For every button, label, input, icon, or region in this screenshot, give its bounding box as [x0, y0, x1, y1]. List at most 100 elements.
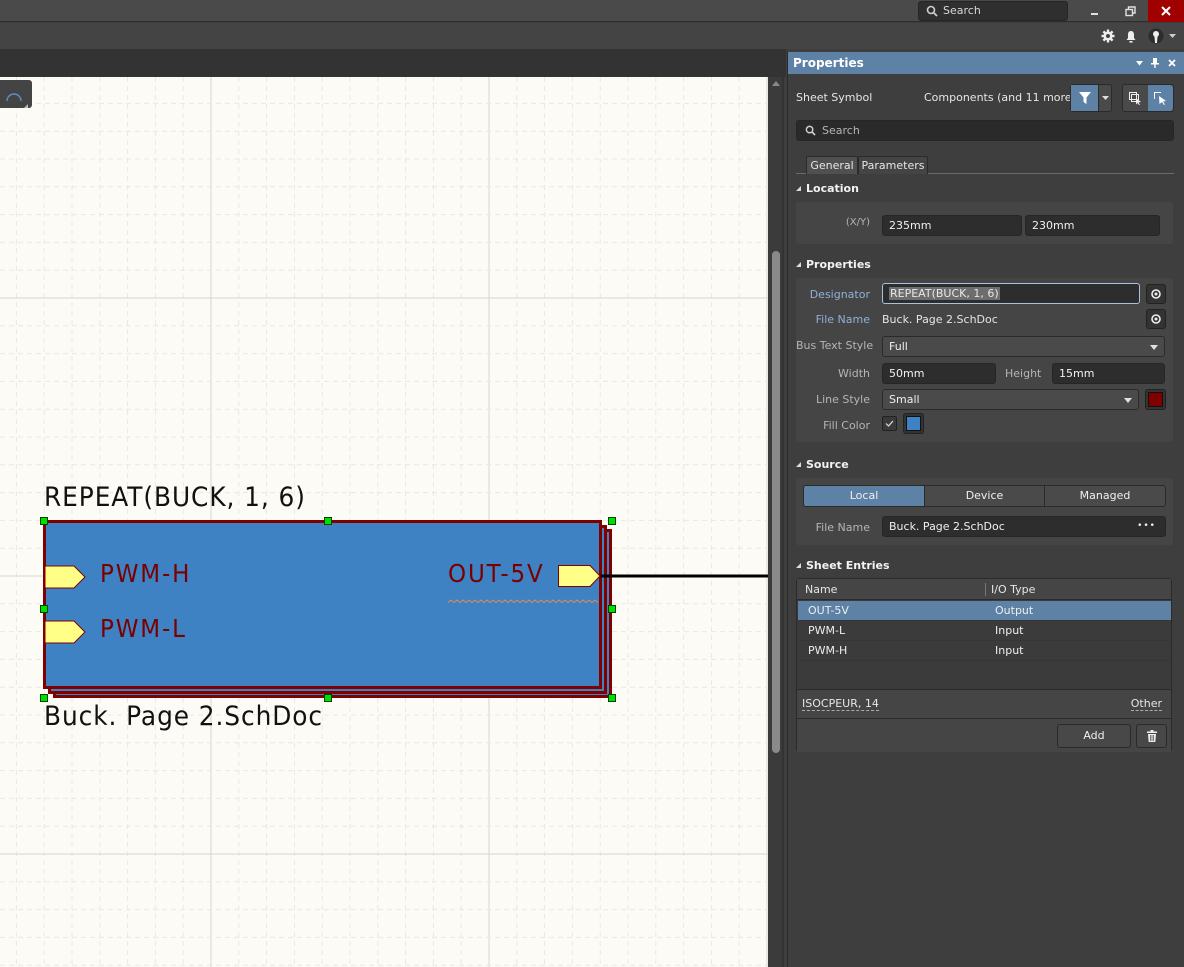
- handle-mid-right[interactable]: [608, 605, 616, 613]
- tab-general[interactable]: General: [806, 156, 858, 174]
- filter-dropdown-button[interactable]: [1098, 85, 1112, 111]
- add-entry-button[interactable]: Add: [1057, 724, 1131, 748]
- column-divider[interactable]: [985, 583, 986, 596]
- designator-input[interactable]: REPEAT(BUCK, 1, 6): [882, 283, 1140, 304]
- source-segmented-control: Local Device Managed: [803, 485, 1166, 507]
- sheet-entries-table: Name I/O Type OUT-5V Output PWM-L Input PWM-…: [796, 578, 1172, 752]
- sheet-symbol-body[interactable]: [43, 520, 602, 689]
- table-row[interactable]: PWM-L Input: [798, 621, 1171, 641]
- handle-mid-left[interactable]: [40, 605, 48, 613]
- line-style-select[interactable]: Small: [882, 389, 1139, 410]
- location-x-input[interactable]: 235mm: [882, 215, 1022, 236]
- settings-button[interactable]: [1100, 28, 1116, 44]
- user-menu-dropdown[interactable]: [1167, 28, 1177, 44]
- width-label: Width: [838, 367, 870, 380]
- scrollbar-thumb[interactable]: [772, 251, 780, 753]
- panel-pin-button[interactable]: [1148, 52, 1162, 74]
- chevron-down-icon: [1168, 33, 1176, 38]
- document-tab-strip: [0, 49, 786, 77]
- section-properties-header[interactable]: Properties: [796, 258, 871, 271]
- entry-io-type-cell: Input: [995, 624, 1024, 637]
- checkmark-icon: [885, 420, 894, 427]
- sheet-entry-pwm-l-label[interactable]: PWM-L: [100, 614, 187, 643]
- fill-color-checkbox[interactable]: [882, 416, 897, 431]
- sheet-symbol-filename[interactable]: Buck. Page 2.SchDoc: [44, 701, 323, 732]
- top-toolbar: [0, 23, 1184, 49]
- search-icon: [805, 125, 816, 136]
- schematic-canvas[interactable]: REPEAT(BUCK, 1, 6) Buck. Page 2.SchDoc P…: [0, 77, 768, 967]
- fill-color-fill: [906, 416, 921, 431]
- user-icon: [1148, 28, 1164, 44]
- designator-visibility-toggle[interactable]: [1146, 284, 1166, 304]
- restore-button[interactable]: [1112, 0, 1148, 22]
- eye-icon: [1151, 314, 1161, 324]
- panel-search-input[interactable]: Search: [796, 120, 1174, 141]
- collapse-triangle-icon: [796, 186, 801, 191]
- title-bar: Search: [0, 0, 1184, 22]
- source-option-local[interactable]: Local: [803, 485, 925, 507]
- handle-top-left[interactable]: [40, 517, 48, 525]
- scroll-up-arrow-icon[interactable]: [772, 81, 780, 86]
- other-link[interactable]: Other: [1130, 697, 1162, 711]
- chevron-down-icon: [1102, 95, 1109, 100]
- table-row[interactable]: PWM-H Input: [798, 641, 1171, 661]
- source-option-managed[interactable]: Managed: [1044, 485, 1166, 507]
- object-kind-label: Sheet Symbol: [796, 91, 873, 104]
- filter-button-group: [1070, 84, 1112, 112]
- handle-bottom-right[interactable]: [608, 694, 616, 702]
- entry-name-cell: PWM-L: [808, 624, 846, 637]
- tab-general-label: General: [810, 159, 854, 172]
- close-icon: [1168, 59, 1176, 67]
- tab-parameters[interactable]: Parameters: [858, 156, 928, 174]
- designator-value: REPEAT(BUCK, 1, 6): [889, 287, 1000, 300]
- filter-summary[interactable]: Components (and 11 more): [924, 91, 1076, 104]
- font-link[interactable]: ISOCPEUR, 14: [802, 697, 879, 711]
- handle-top-mid[interactable]: [324, 517, 332, 525]
- properties-panel: Properties Sheet Symbol Components (and …: [787, 52, 1184, 967]
- global-search-input[interactable]: Search: [918, 1, 1068, 21]
- filter-button[interactable]: [1071, 85, 1098, 111]
- fill-color-label: Fill Color: [823, 419, 870, 432]
- select-single-button[interactable]: [1148, 85, 1173, 111]
- xy-label: (X/Y): [845, 217, 870, 228]
- tab-parameters-label: Parameters: [861, 159, 925, 172]
- handle-bottom-mid[interactable]: [324, 694, 332, 702]
- collapse-triangle-icon: [796, 563, 801, 568]
- user-button[interactable]: [1147, 28, 1165, 44]
- source-option-device[interactable]: Device: [924, 485, 1045, 507]
- sheet-entry-out-5v-label[interactable]: OUT-5V: [448, 559, 545, 588]
- fill-color-swatch[interactable]: [903, 413, 924, 434]
- section-sheet-entries-header[interactable]: Sheet Entries: [796, 559, 890, 572]
- section-sheet-entries-title: Sheet Entries: [806, 559, 890, 572]
- select-cursor-icon: [1154, 91, 1166, 105]
- entry-io-type-cell: Output: [995, 604, 1034, 617]
- column-header-io-type[interactable]: I/O Type: [991, 583, 1035, 596]
- table-row[interactable]: OUT-5V Output: [798, 601, 1171, 621]
- line-color-swatch[interactable]: [1145, 389, 1166, 410]
- panel-close-button[interactable]: [1165, 52, 1179, 74]
- filename-visibility-toggle[interactable]: [1146, 309, 1166, 329]
- sheet-symbol-designator[interactable]: REPEAT(BUCK, 1, 6): [44, 482, 306, 513]
- location-y-input[interactable]: 230mm: [1025, 215, 1160, 236]
- browse-ellipsis-button[interactable]: •••: [1137, 517, 1156, 536]
- bus-text-style-select[interactable]: Full: [882, 336, 1165, 357]
- delete-entry-button[interactable]: [1136, 724, 1167, 748]
- panel-menu-button[interactable]: [1132, 52, 1146, 74]
- entry-name-cell: PWM-H: [808, 644, 848, 657]
- handle-top-right[interactable]: [608, 517, 616, 525]
- select-all-button[interactable]: [1123, 85, 1148, 111]
- canvas-vertical-scrollbar[interactable]: [768, 77, 784, 967]
- section-properties-body: Designator REPEAT(BUCK, 1, 6) File Name …: [796, 278, 1173, 442]
- column-header-name[interactable]: Name: [805, 583, 837, 596]
- width-input[interactable]: 50mm: [882, 363, 996, 384]
- close-window-button[interactable]: [1148, 0, 1184, 22]
- sheet-entry-pwm-h-label[interactable]: PWM-H: [100, 559, 191, 588]
- source-filename-input[interactable]: Buck. Page 2.SchDoc •••: [882, 516, 1166, 537]
- notifications-button[interactable]: [1123, 28, 1139, 44]
- minimize-button[interactable]: [1077, 0, 1113, 22]
- section-source-header[interactable]: Source: [796, 458, 849, 471]
- section-location-header[interactable]: Location: [796, 182, 859, 195]
- sheet-symbol[interactable]: [0, 77, 768, 967]
- designator-label: Designator: [809, 288, 870, 301]
- height-input[interactable]: 15mm: [1052, 363, 1165, 384]
